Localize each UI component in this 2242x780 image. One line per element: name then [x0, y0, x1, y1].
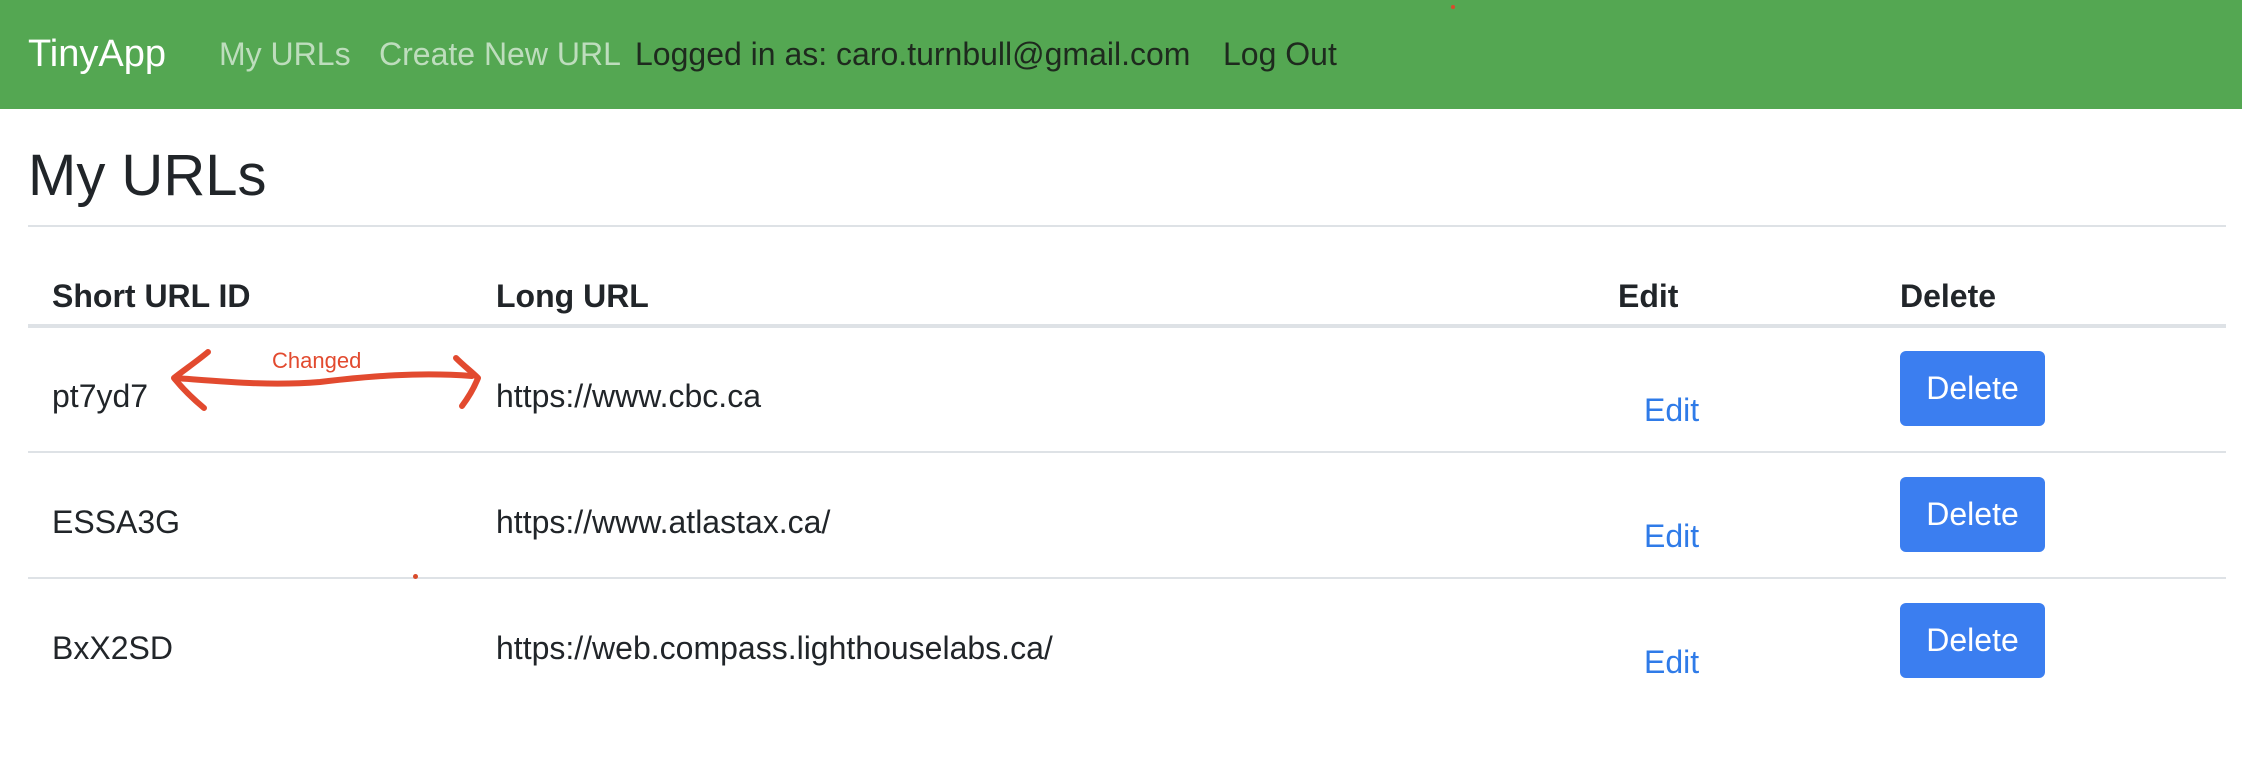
stray-mark	[1451, 5, 1455, 9]
short-url-id: ESSA3G	[52, 504, 181, 540]
header-delete: Delete	[1900, 278, 1997, 314]
logged-in-status: Logged in as: caro.turnbull@gmail.com	[635, 36, 1191, 72]
navbar: TinyApp My URLs Create New URL Logged in…	[0, 0, 2242, 109]
short-url-id: BxX2SD	[52, 630, 173, 666]
table-header-divider	[28, 324, 2226, 328]
brand-link[interactable]: TinyApp	[28, 30, 166, 78]
nav-link-my-urls[interactable]: My URLs	[219, 34, 351, 74]
double-headed-arrow-icon	[171, 349, 481, 411]
long-url: https://www.atlastax.ca/	[496, 504, 831, 540]
header-long-url: Long URL	[496, 278, 649, 314]
edit-link[interactable]: Edit	[1644, 642, 1699, 682]
short-url-id: pt7yd7	[52, 378, 149, 414]
delete-button[interactable]: Delete	[1900, 477, 2045, 552]
edit-link[interactable]: Edit	[1644, 390, 1699, 430]
long-url: https://www.cbc.ca	[496, 378, 761, 414]
header-edit: Edit	[1618, 278, 1679, 314]
row-divider	[28, 577, 2226, 579]
page-title: My URLs	[28, 143, 267, 208]
edit-link[interactable]: Edit	[1644, 516, 1699, 556]
long-url: https://web.compass.lighthouselabs.ca/	[496, 630, 1053, 666]
stray-mark	[413, 574, 418, 579]
delete-button[interactable]: Delete	[1900, 603, 2045, 678]
header-short-url-id: Short URL ID	[52, 278, 251, 314]
logout-link[interactable]: Log Out	[1223, 34, 1337, 74]
row-divider	[28, 451, 2226, 453]
delete-button[interactable]: Delete	[1900, 351, 2045, 426]
nav-link-create-new-url[interactable]: Create New URL	[379, 34, 621, 74]
table-top-border	[28, 225, 2226, 227]
